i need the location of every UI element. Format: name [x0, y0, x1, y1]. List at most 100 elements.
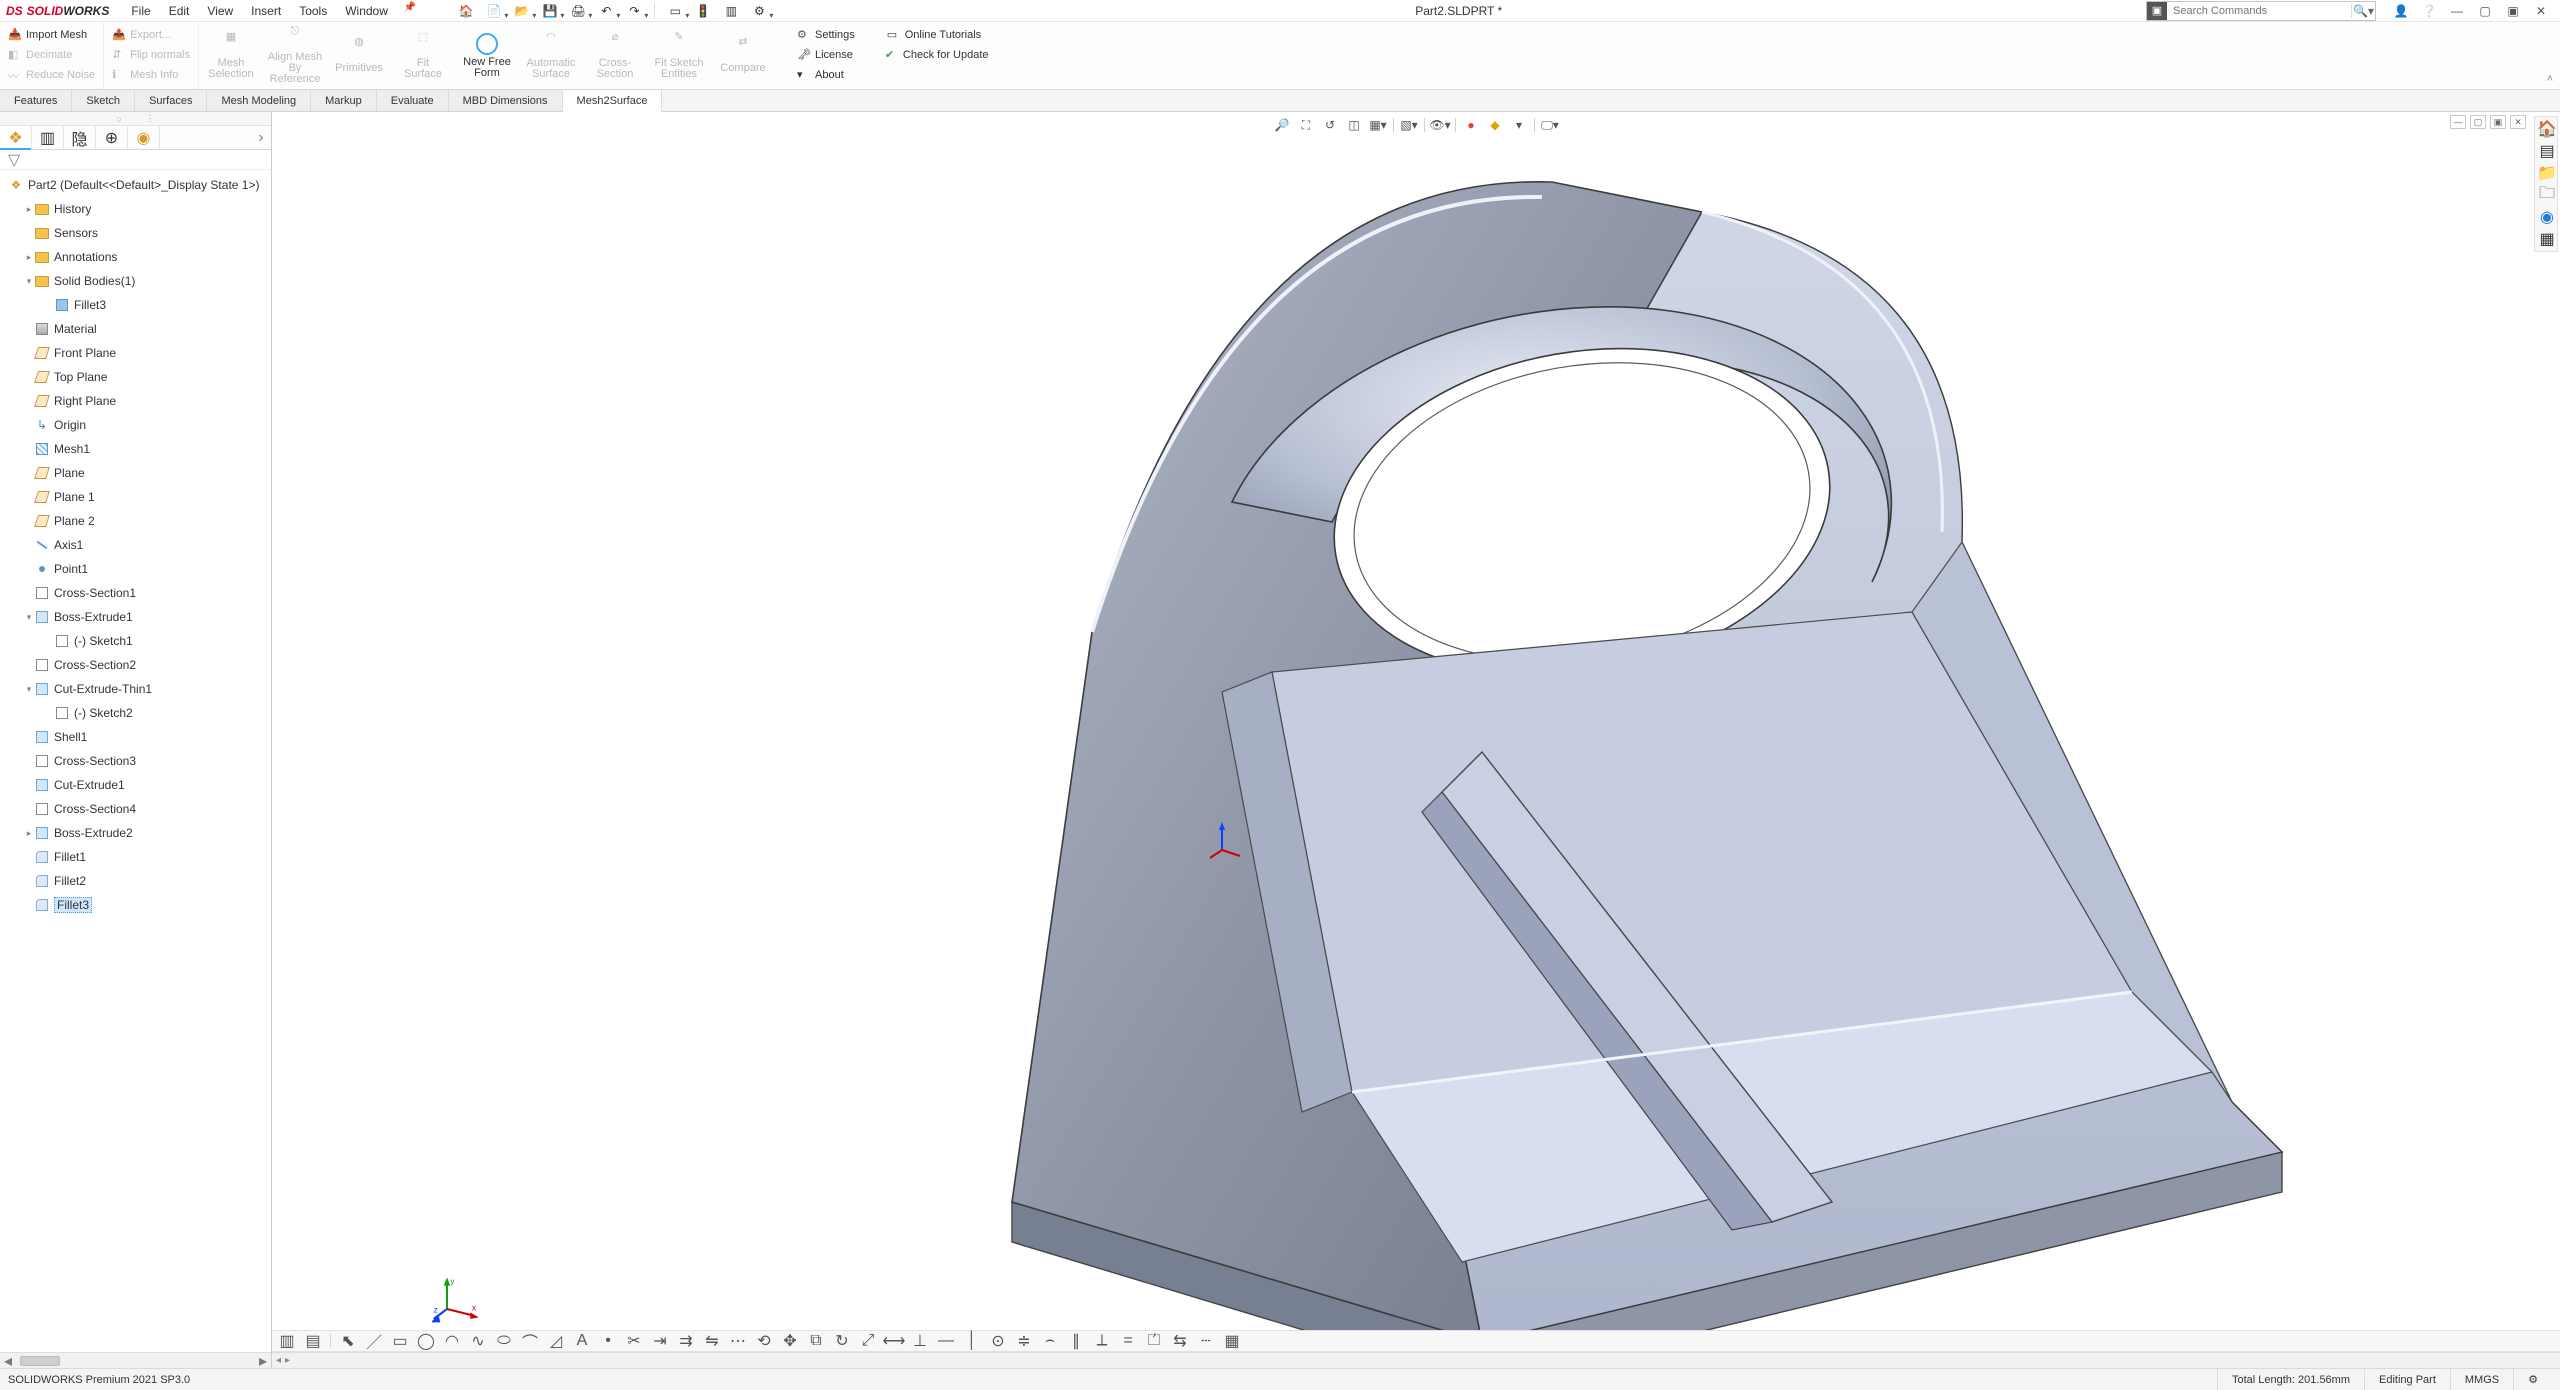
tree-node[interactable]: Cross-Section3	[0, 749, 271, 773]
arc-tool[interactable]: ◠	[443, 1332, 461, 1350]
online-tutorials-button[interactable]: ▭Online Tutorials	[883, 26, 985, 44]
graphics-viewport[interactable]: — ▢ ▣ ✕ 🔎 ⛶ ↺ ◫ ▦▾ ▧▾ 👁▾ ● ◆ ▾ 🖵▾ 🏠 ▤	[272, 112, 2560, 1368]
tree-node[interactable]: Plane	[0, 461, 271, 485]
relation-tool[interactable]: ⊥	[911, 1332, 929, 1350]
tree-node[interactable]: Fillet1	[0, 845, 271, 869]
tree-node[interactable]: Cross-Section1	[0, 581, 271, 605]
select-tool[interactable]: ⬉	[339, 1332, 357, 1350]
feature-tree[interactable]: ❖ Part2 (Default<<Default>_Display State…	[0, 170, 271, 1352]
symmetric-tool[interactable]: ⇆	[1171, 1332, 1189, 1350]
tree-node[interactable]: Axis1	[0, 533, 271, 557]
restore-button[interactable]: ▢	[2474, 1, 2496, 21]
tab-markup[interactable]: Markup	[311, 90, 377, 111]
qat-select-button[interactable]: ▭▾	[663, 1, 687, 21]
move-tool[interactable]: ✥	[781, 1332, 799, 1350]
tree-node[interactable]: Fillet3	[0, 893, 271, 917]
spline-tool[interactable]: ∿	[469, 1332, 487, 1350]
search-icon[interactable]: 🔍▾	[2351, 4, 2375, 18]
tree-node[interactable]: Mesh1	[0, 437, 271, 461]
tree-node[interactable]: Material	[0, 317, 271, 341]
text-tool[interactable]: A	[573, 1332, 591, 1350]
tree-node[interactable]: ↳Origin	[0, 413, 271, 437]
maximize-button[interactable]: ▣	[2502, 1, 2524, 21]
twisty-icon[interactable]: ▸	[24, 252, 34, 263]
tab-mbd-dimensions[interactable]: MBD Dimensions	[449, 90, 563, 111]
twisty-icon[interactable]: ▸	[24, 828, 34, 839]
qat-redo-button[interactable]: ↷▾	[622, 1, 646, 21]
horizontal-tool[interactable]: ―	[937, 1332, 955, 1350]
chamfer-tool[interactable]: ◿	[547, 1332, 565, 1350]
tree-node[interactable]: Shell1	[0, 725, 271, 749]
qat-open-button[interactable]: 📂▾	[510, 1, 534, 21]
tree-node[interactable]: ▾Cut-Extrude-Thin1	[0, 677, 271, 701]
3dviews-tab-button[interactable]: ▤	[304, 1332, 322, 1350]
construction-tool[interactable]: ┄	[1197, 1332, 1215, 1350]
twisty-icon[interactable]: ▾	[24, 684, 34, 695]
linear-pattern-tool[interactable]: ⋯	[729, 1332, 747, 1350]
tree-node[interactable]: Front Plane	[0, 341, 271, 365]
tab-mesh2surface[interactable]: Mesh2Surface	[563, 90, 663, 112]
equal-tool[interactable]: =	[1119, 1332, 1137, 1350]
grid-tool[interactable]: ▦	[1223, 1332, 1241, 1350]
tab-features[interactable]: Features	[0, 90, 72, 111]
login-button[interactable]: 👤	[2390, 1, 2412, 21]
search-input[interactable]	[2167, 5, 2351, 17]
extend-tool[interactable]: ⇥	[651, 1332, 669, 1350]
tangent-tool[interactable]: ⌢	[1041, 1332, 1059, 1350]
tab-sketch[interactable]: Sketch	[72, 90, 135, 111]
twisty-icon[interactable]: ▾	[24, 276, 34, 287]
fm-expand-button[interactable]: ›	[251, 129, 271, 147]
trim-tool[interactable]: ✂	[625, 1332, 643, 1350]
menu-pin-icon[interactable]: 📌	[404, 2, 416, 20]
tree-node[interactable]: Cross-Section2	[0, 653, 271, 677]
vertical-tool[interactable]: │	[963, 1332, 981, 1350]
fm-tab-config[interactable]: 隐	[64, 126, 96, 150]
tree-node[interactable]: Cross-Section4	[0, 797, 271, 821]
rotate-tool[interactable]: ↻	[833, 1332, 851, 1350]
perpendicular-tool[interactable]: ⟂	[1093, 1332, 1111, 1350]
qat-home-button[interactable]: 🏠	[454, 1, 478, 21]
menu-insert[interactable]: Insert	[243, 2, 289, 20]
twisty-icon[interactable]: ▸	[24, 204, 34, 215]
fm-horizontal-scrollbar[interactable]: ◂ ▸	[0, 1352, 271, 1368]
ribbon-collapse-button[interactable]: ˄	[2540, 22, 2560, 89]
scale-tool[interactable]: ⤢	[859, 1332, 877, 1350]
ellipse-tool[interactable]: ⬭	[495, 1332, 513, 1350]
menu-window[interactable]: Window	[337, 2, 396, 20]
corner-rect-tool[interactable]: ▭	[391, 1332, 409, 1350]
tree-root[interactable]: ❖ Part2 (Default<<Default>_Display State…	[0, 173, 271, 197]
tab-evaluate[interactable]: Evaluate	[377, 90, 449, 111]
tree-node[interactable]: ▸Annotations	[0, 245, 271, 269]
qat-rebuild-button[interactable]: 🚦	[691, 1, 715, 21]
tree-node[interactable]: ▾Boss-Extrude1	[0, 605, 271, 629]
tree-node[interactable]: Fillet2	[0, 869, 271, 893]
mirror-tool[interactable]: ⇋	[703, 1332, 721, 1350]
circular-pattern-tool[interactable]: ⟲	[755, 1332, 773, 1350]
circle-tool[interactable]: ◯	[417, 1332, 435, 1350]
fm-filter[interactable]: ▽	[0, 150, 271, 170]
point-tool[interactable]: •	[599, 1332, 617, 1350]
close-button[interactable]: ✕	[2530, 1, 2552, 21]
tree-node[interactable]: Top Plane	[0, 365, 271, 389]
fm-drag-handle[interactable]: ○⋮	[0, 112, 271, 126]
parallel-tool[interactable]: ∥	[1067, 1332, 1085, 1350]
fm-tab-feature-tree[interactable]: ❖	[0, 126, 32, 150]
tree-node[interactable]: Plane 1	[0, 485, 271, 509]
fm-tab-property[interactable]: ▥	[32, 126, 64, 150]
license-button[interactable]: 🗝License	[793, 46, 857, 64]
tab-surfaces[interactable]: Surfaces	[135, 90, 207, 111]
viewtab-left[interactable]: ◂	[276, 1355, 281, 1366]
qat-save-button[interactable]: 💾▾	[538, 1, 562, 21]
command-search[interactable]: ▣ 🔍▾	[2146, 1, 2376, 21]
import-mesh-button[interactable]: 📥Import Mesh	[4, 26, 91, 44]
status-custom-button[interactable]: ⚙	[2513, 1369, 2552, 1390]
tree-node[interactable]: ▾Solid Bodies(1)	[0, 269, 271, 293]
qat-options-button[interactable]: ▥	[719, 1, 743, 21]
dimension-tool[interactable]: ⟷	[885, 1332, 903, 1350]
qat-undo-button[interactable]: ↶▾	[594, 1, 618, 21]
settings-button[interactable]: ⚙Settings	[793, 26, 859, 44]
tree-node[interactable]: Cut-Extrude1	[0, 773, 271, 797]
qat-print-button[interactable]: 🖨▾	[566, 1, 590, 21]
qat-settings-button[interactable]: ⚙▾	[747, 1, 771, 21]
viewtab-right[interactable]: ▸	[285, 1355, 290, 1366]
